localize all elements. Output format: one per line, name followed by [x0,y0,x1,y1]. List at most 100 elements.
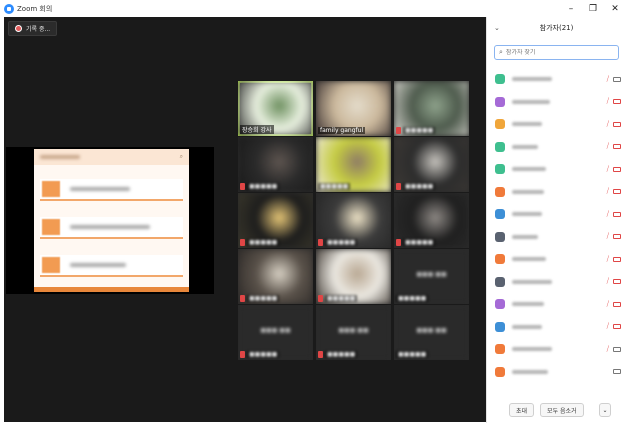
participant-name-blurred [512,369,548,374]
participant-row[interactable]: ⧸ [487,226,626,248]
tile-participant-name: 장승희 강사 [240,125,274,134]
camera-icon[interactable] [613,76,621,82]
video-tile[interactable]: ■■■■■ [316,137,391,192]
mic-muted-icon[interactable]: ⧸ [607,75,609,84]
mic-muted-icon[interactable]: ⧸ [607,187,609,196]
participant-avatar [495,321,505,332]
camera-off-icon[interactable] [613,211,621,217]
camera-off-icon[interactable] [613,301,621,307]
shared-screen[interactable]: ⌕ [6,147,214,294]
mic-muted-icon[interactable]: ⧸ [607,255,609,264]
mic-muted-icon[interactable]: ⧸ [607,120,609,129]
document-row-marker [42,257,60,273]
mic-muted-icon[interactable]: ⧸ [607,210,609,219]
participants-footer: 초대 모두 음소거 ⌄ [487,397,626,423]
camera-off-icon[interactable] [613,324,621,329]
camera-off-icon[interactable] [613,234,621,239]
maximize-button[interactable]: ❐ [582,0,604,17]
participants-panel: ⌄ 참가자(21) ⌕ ⧸ ⧸ ⧸ ⧸ ⧸ ⧸ ⧸ ⧸ ⧸ ⧸ ⧸ ⧸ ⧸ 초대 모두 음소거 ⌄ [486,17,626,423]
more-options-button[interactable]: ⌄ [599,403,611,417]
participant-avatar [495,209,505,219]
participant-search-input[interactable] [505,49,606,56]
participant-avatar [495,254,505,264]
close-button[interactable]: ✕ [604,0,626,17]
camera-off-icon[interactable] [613,189,621,194]
video-tile[interactable]: ■■■ ■■ ■■■■■ [394,249,469,304]
participant-row[interactable]: ⧸ [487,293,626,315]
video-tile[interactable]: ■■■■■ [238,193,313,248]
tile-participant-name-blurred: ■■■■■ [318,183,351,190]
window-controls: – ❐ ✕ [560,0,626,17]
video-tile[interactable]: ■■■■■ [394,137,469,192]
mic-muted-icon[interactable]: ⧸ [607,97,609,106]
video-tile[interactable]: ■■■ ■■ ■■■■■ [394,305,469,360]
mic-muted-icon[interactable]: ⧸ [607,142,609,151]
participant-name-blurred [512,324,542,329]
mic-muted-icon[interactable]: ⧸ [607,165,609,174]
video-tile[interactable]: ■■■ ■■ ■■■■■ [238,305,313,360]
mic-muted-icon[interactable]: ⧸ [607,322,609,331]
muted-mic-icon [318,295,323,302]
mic-muted-icon[interactable]: ⧸ [607,345,609,354]
participant-name-blurred [512,122,542,126]
camera-off-icon[interactable] [613,166,621,172]
participant-name-blurred [512,144,538,149]
camera-icon[interactable] [613,369,621,374]
video-tile[interactable]: ■■■■■ [316,193,391,248]
video-tile[interactable]: 장승희 강사 [238,81,313,136]
tile-placeholder-blurred: ■■■ ■■ [416,327,447,334]
mute-all-button[interactable]: 모두 음소거 [540,403,584,417]
tile-participant-name: family gangful [318,127,366,134]
camera-off-icon[interactable] [613,279,621,284]
tile-participant-name-blurred: ■■■■■ [396,351,429,358]
muted-mic-icon [240,351,245,358]
window-title: Zoom 회의 [17,4,53,13]
camera-icon[interactable] [613,346,621,352]
mic-muted-icon[interactable]: ⧸ [607,232,609,241]
participant-row[interactable]: ⧸ [487,316,626,338]
tile-participant-name-blurred: ■■■■■ [403,239,436,246]
invite-button[interactable]: 초대 [509,403,535,417]
participant-row[interactable]: ⧸ [487,68,626,90]
participant-row[interactable]: ⧸ [487,271,626,293]
video-tile[interactable]: ■■■ ■■ ■■■■■ [316,305,391,360]
participant-search[interactable]: ⌕ [494,45,619,60]
video-tile[interactable]: family gangful [316,81,391,136]
camera-off-icon[interactable] [613,99,621,104]
mic-muted-icon[interactable]: ⧸ [607,300,609,309]
tile-participant-name-blurred: ■■■■■ [396,295,429,302]
camera-off-icon[interactable] [613,256,621,262]
video-tile[interactable]: ■■■■■ [394,81,469,136]
minimize-button[interactable]: – [560,0,582,17]
participant-name-blurred [512,212,542,216]
camera-off-icon[interactable] [613,121,621,127]
mic-muted-icon[interactable]: ⧸ [607,277,609,286]
muted-mic-icon [240,183,245,190]
participant-row[interactable]: ⧸ [487,158,626,180]
camera-off-icon[interactable] [613,144,621,149]
participant-avatar [495,119,505,129]
participant-name-blurred [512,77,552,81]
participant-row[interactable]: ⧸ [487,181,626,203]
video-tile[interactable]: ■■■■■ [238,137,313,192]
participant-name-blurred [512,167,546,171]
muted-mic-icon [396,127,401,134]
tile-placeholder-blurred: ■■■ ■■ [338,327,369,334]
participant-row[interactable]: ⧸ [487,136,626,158]
collapse-chevron-icon[interactable]: ⌄ [494,24,500,32]
recording-badge[interactable]: 기록 중... [8,21,58,36]
participant-row[interactable] [487,361,626,383]
document-row-text [70,263,126,267]
participant-row[interactable]: ⧸ [487,338,626,360]
video-tile[interactable]: ■■■■■ [316,249,391,304]
video-tile[interactable]: ■■■■■ [394,193,469,248]
participant-avatar [495,366,505,377]
participant-row[interactable]: ⧸ [487,203,626,225]
participant-row[interactable]: ⧸ [487,248,626,270]
meeting-stage: 기록 중... ⌕ 장승희 강사 family gangful ■■■■■ ■■… [4,17,486,422]
participant-row[interactable]: ⧸ [487,113,626,135]
participant-avatar [495,276,505,287]
participant-row[interactable]: ⧸ [487,91,626,113]
video-tile[interactable]: ■■■■■ [238,249,313,304]
document-row [40,217,183,239]
